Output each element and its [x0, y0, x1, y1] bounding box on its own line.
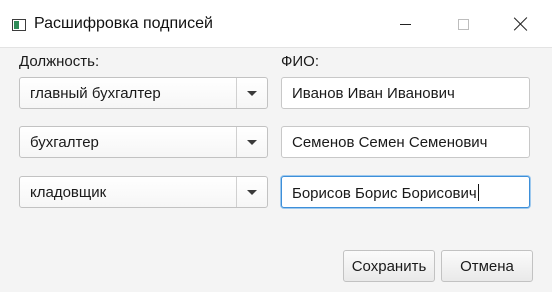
close-icon [514, 17, 528, 31]
name-field-3[interactable]: Борисов Борис Борисович [281, 176, 530, 208]
name-field-1[interactable]: Иванов Иван Иванович [281, 77, 530, 109]
window-title: Расшифровка подписей [34, 15, 213, 32]
name-field-value: Семенов Семен Семенович [292, 134, 488, 151]
close-button[interactable] [498, 0, 544, 48]
maximize-icon [457, 18, 469, 30]
full-name-label: ФИО: [281, 53, 320, 70]
minimize-icon [399, 23, 411, 25]
position-combo-value: кладовщик [30, 184, 107, 201]
combo-dropdown-button[interactable] [236, 78, 267, 108]
name-field-value: Иванов Иван Иванович [292, 85, 455, 102]
position-combo-2[interactable]: бухгалтер [19, 126, 268, 158]
position-label: Должность: [19, 53, 100, 70]
save-button[interactable]: Сохранить [343, 250, 435, 282]
text-caret [477, 184, 479, 201]
position-combo-value: главный бухгалтер [30, 85, 161, 102]
maximize-button[interactable] [440, 0, 486, 48]
chevron-down-icon [247, 139, 257, 145]
position-combo-3[interactable]: кладовщик [19, 176, 268, 208]
name-field-value: Борисов Борис Борисович [292, 185, 477, 202]
title-bar: Расшифровка подписей [0, 0, 552, 48]
minimize-button[interactable] [382, 0, 428, 48]
name-field-2[interactable]: Семенов Семен Семенович [281, 126, 530, 158]
chevron-down-icon [247, 90, 257, 96]
position-combo-value: бухгалтер [30, 134, 99, 151]
cancel-button[interactable]: Отмена [441, 250, 533, 282]
chevron-down-icon [247, 189, 257, 195]
combo-dropdown-button[interactable] [236, 127, 267, 157]
combo-dropdown-button[interactable] [236, 177, 267, 207]
position-combo-1[interactable]: главный бухгалтер [19, 77, 268, 109]
app-window-icon [12, 19, 26, 31]
